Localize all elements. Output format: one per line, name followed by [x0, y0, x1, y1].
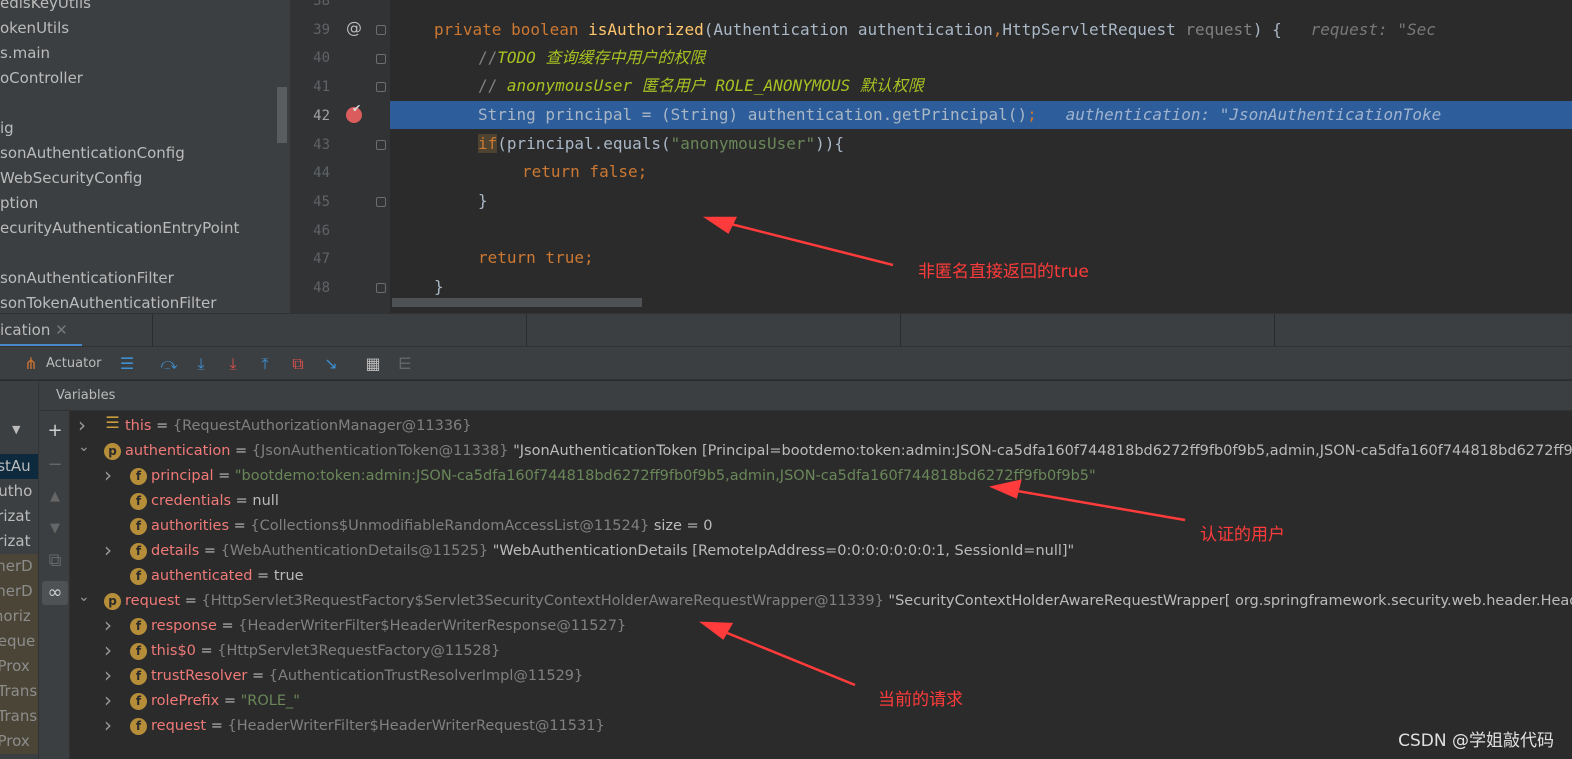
fold-marker-icon[interactable] [376, 82, 386, 93]
fold-marker-icon[interactable] [376, 283, 386, 294]
arrow-3 [709, 624, 856, 687]
arrow-head-1 [702, 216, 738, 234]
fold-marker-icon[interactable] [376, 139, 386, 150]
arrow-head-3 [699, 621, 734, 640]
watermark: CSDN @学姐敲代码 [1398, 731, 1554, 751]
arrow-2 [999, 486, 1186, 522]
arrow-1 [714, 218, 894, 267]
annotation-true: 非匿名直接返回的true [918, 262, 1089, 282]
fold-marker-icon[interactable] [376, 25, 386, 35]
fold-marker-icon[interactable] [376, 53, 386, 64]
arrow-head-2 [988, 479, 1022, 499]
fold-marker-icon[interactable] [376, 197, 386, 208]
annotation-user: 认证的用户 [1200, 525, 1285, 545]
annotation-request: 当前的请求 [878, 690, 963, 710]
annotation-arrows [699, 216, 1186, 687]
